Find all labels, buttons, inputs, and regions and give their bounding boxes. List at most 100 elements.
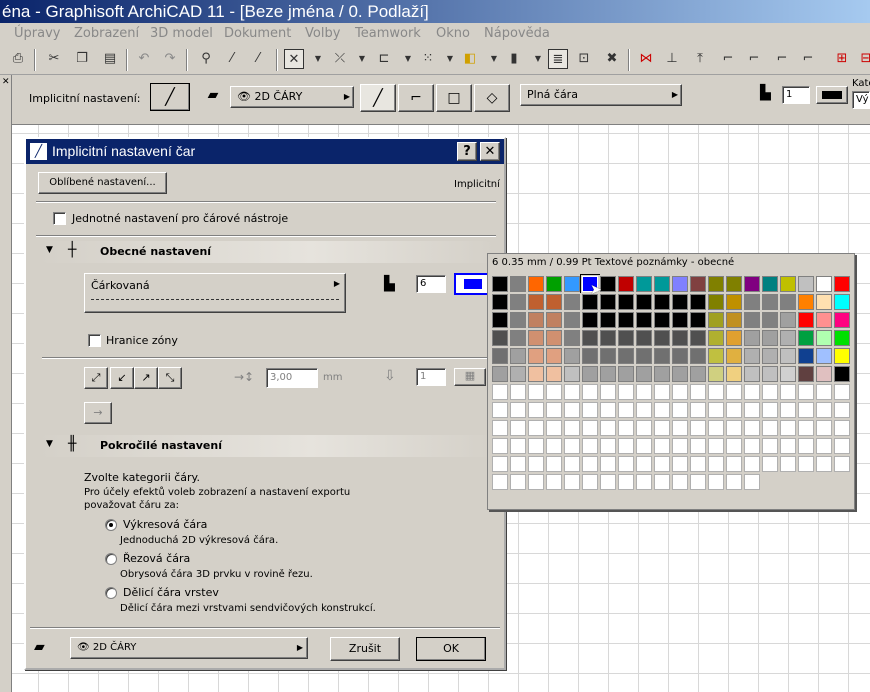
pen-swatch-blank[interactable] xyxy=(653,455,671,473)
pen-swatch-blank[interactable] xyxy=(545,419,563,437)
copy-icon[interactable]: ❐ xyxy=(72,49,92,69)
trim-icon[interactable]: ⌐ xyxy=(798,49,818,69)
rotated-rect-button[interactable]: ◇ xyxy=(474,84,510,112)
pen-swatch-blank[interactable] xyxy=(779,455,797,473)
pen-swatch[interactable] xyxy=(689,347,707,365)
pen-swatch-blank[interactable] xyxy=(743,383,761,401)
eyedropper-icon[interactable]: ⁄ xyxy=(222,49,242,69)
paste-icon[interactable]: ▤ xyxy=(100,49,120,69)
elevate-icon[interactable]: ⤒ xyxy=(690,49,710,69)
pen-swatch-blank[interactable] xyxy=(509,437,527,455)
pen-swatch[interactable] xyxy=(671,293,689,311)
help-button[interactable]: ? xyxy=(457,142,477,161)
pen-swatch[interactable] xyxy=(797,293,815,311)
pen-swatch-blank[interactable] xyxy=(761,383,779,401)
pen-swatch-blank[interactable] xyxy=(617,383,635,401)
pen-swatch-blank[interactable] xyxy=(671,437,689,455)
pen-swatch[interactable] xyxy=(617,329,635,347)
pen-swatch[interactable] xyxy=(509,311,527,329)
ungroup-icon[interactable]: ⊟ xyxy=(856,49,870,69)
pen-swatch[interactable] xyxy=(743,275,761,293)
pen-swatch[interactable] xyxy=(671,311,689,329)
pen-swatch[interactable] xyxy=(491,311,509,329)
pen-swatch[interactable] xyxy=(779,311,797,329)
pen-swatch[interactable] xyxy=(635,329,653,347)
line-tool-button[interactable]: ╱ xyxy=(150,83,190,111)
pen-swatch-blank[interactable] xyxy=(545,383,563,401)
pen-swatch-blank[interactable] xyxy=(527,455,545,473)
pen-swatch[interactable] xyxy=(725,329,743,347)
pen-swatch-blank[interactable] xyxy=(563,437,581,455)
pen-swatch-blank[interactable] xyxy=(599,383,617,401)
pen-swatch[interactable] xyxy=(491,293,509,311)
pen-swatch-blank[interactable] xyxy=(509,401,527,419)
pen-swatch-blank[interactable] xyxy=(707,437,725,455)
pen-swatch[interactable] xyxy=(635,311,653,329)
pen-swatch-blank[interactable] xyxy=(581,437,599,455)
pen-swatch[interactable] xyxy=(815,347,833,365)
menu-dokument[interactable]: Dokument xyxy=(224,23,291,45)
pen-swatch-blank[interactable] xyxy=(707,473,725,491)
pen-swatch-blank[interactable] xyxy=(527,401,545,419)
advanced-section-header[interactable]: ▼ ╫ Pokročilé nastavení xyxy=(36,435,496,457)
pen-swatch[interactable] xyxy=(509,293,527,311)
arrow-pen-field[interactable]: 1 xyxy=(416,368,446,386)
pen-swatch-blank[interactable] xyxy=(509,419,527,437)
pen-swatch[interactable] xyxy=(653,275,671,293)
pen-swatch-blank[interactable] xyxy=(779,383,797,401)
pen-swatch-blank[interactable] xyxy=(815,401,833,419)
layer-selector[interactable]: 👁 2D ČÁRY ▶ xyxy=(230,86,354,108)
pen-swatch[interactable] xyxy=(797,275,815,293)
pen-swatch-blank[interactable] xyxy=(725,473,743,491)
pen-swatch-blank[interactable] xyxy=(563,455,581,473)
pen-swatch[interactable] xyxy=(653,347,671,365)
pen-swatch-blank[interactable] xyxy=(797,455,815,473)
uniform-settings-checkbox[interactable] xyxy=(53,212,66,225)
pen-swatch[interactable] xyxy=(707,275,725,293)
pen-swatch[interactable] xyxy=(635,347,653,365)
pen-swatch[interactable] xyxy=(689,275,707,293)
pen-swatch[interactable] xyxy=(761,365,779,383)
menu-okno[interactable]: Okno xyxy=(436,23,470,45)
pen-swatch[interactable] xyxy=(833,347,851,365)
pen-swatch-blank[interactable] xyxy=(689,419,707,437)
pen-swatch-blank[interactable] xyxy=(779,437,797,455)
pen-swatch-blank[interactable] xyxy=(671,419,689,437)
pen-swatch-blank[interactable] xyxy=(527,419,545,437)
pen-swatch-blank[interactable] xyxy=(509,383,527,401)
pen-swatch[interactable] xyxy=(563,365,581,383)
print-icon[interactable]: ⎙ xyxy=(8,49,28,69)
pen-swatch-blank[interactable] xyxy=(491,383,509,401)
pen-number-field[interactable]: 1 xyxy=(782,86,810,104)
dropdown-arrow-icon[interactable]: ▼ xyxy=(352,49,372,69)
pen-swatch-blank[interactable] xyxy=(635,419,653,437)
stair-icon[interactable]: ≣ xyxy=(548,49,568,69)
pen-swatch[interactable] xyxy=(707,329,725,347)
pen-swatch[interactable] xyxy=(833,293,851,311)
pen-swatch-blank[interactable] xyxy=(599,455,617,473)
pen-swatch-blank[interactable] xyxy=(599,473,617,491)
pen-swatch[interactable] xyxy=(779,293,797,311)
pen-swatch-blank[interactable] xyxy=(833,455,851,473)
pen-swatch[interactable] xyxy=(599,311,617,329)
pen-swatch-blank[interactable] xyxy=(491,473,509,491)
linetype-dropdown[interactable]: Čárkovaná ▶ xyxy=(84,273,346,313)
pen-swatch-blank[interactable] xyxy=(815,383,833,401)
pen-swatch[interactable] xyxy=(527,275,545,293)
pen-swatch[interactable] xyxy=(743,365,761,383)
dropdown-arrow-icon[interactable]: ▼ xyxy=(308,49,328,69)
pen-swatch[interactable] xyxy=(779,365,797,383)
pen-swatch-blank[interactable] xyxy=(653,383,671,401)
layer-dropdown[interactable]: 👁 2D ČÁRY ▶ xyxy=(70,637,308,659)
menu-volby[interactable]: Volby xyxy=(305,23,340,45)
pen-swatch-blank[interactable] xyxy=(509,473,527,491)
pen-swatch-blank[interactable] xyxy=(671,455,689,473)
pen-swatch-blank[interactable] xyxy=(563,419,581,437)
pen-swatch-blank[interactable] xyxy=(743,437,761,455)
pen-swatch-blank[interactable] xyxy=(797,437,815,455)
gravity-icon[interactable]: ⤫ xyxy=(330,49,350,69)
pen-swatch[interactable] xyxy=(797,329,815,347)
pen-swatch[interactable] xyxy=(635,293,653,311)
arrow-both-button[interactable]: ⤡ xyxy=(158,367,182,389)
pen-swatch-blank[interactable] xyxy=(707,383,725,401)
